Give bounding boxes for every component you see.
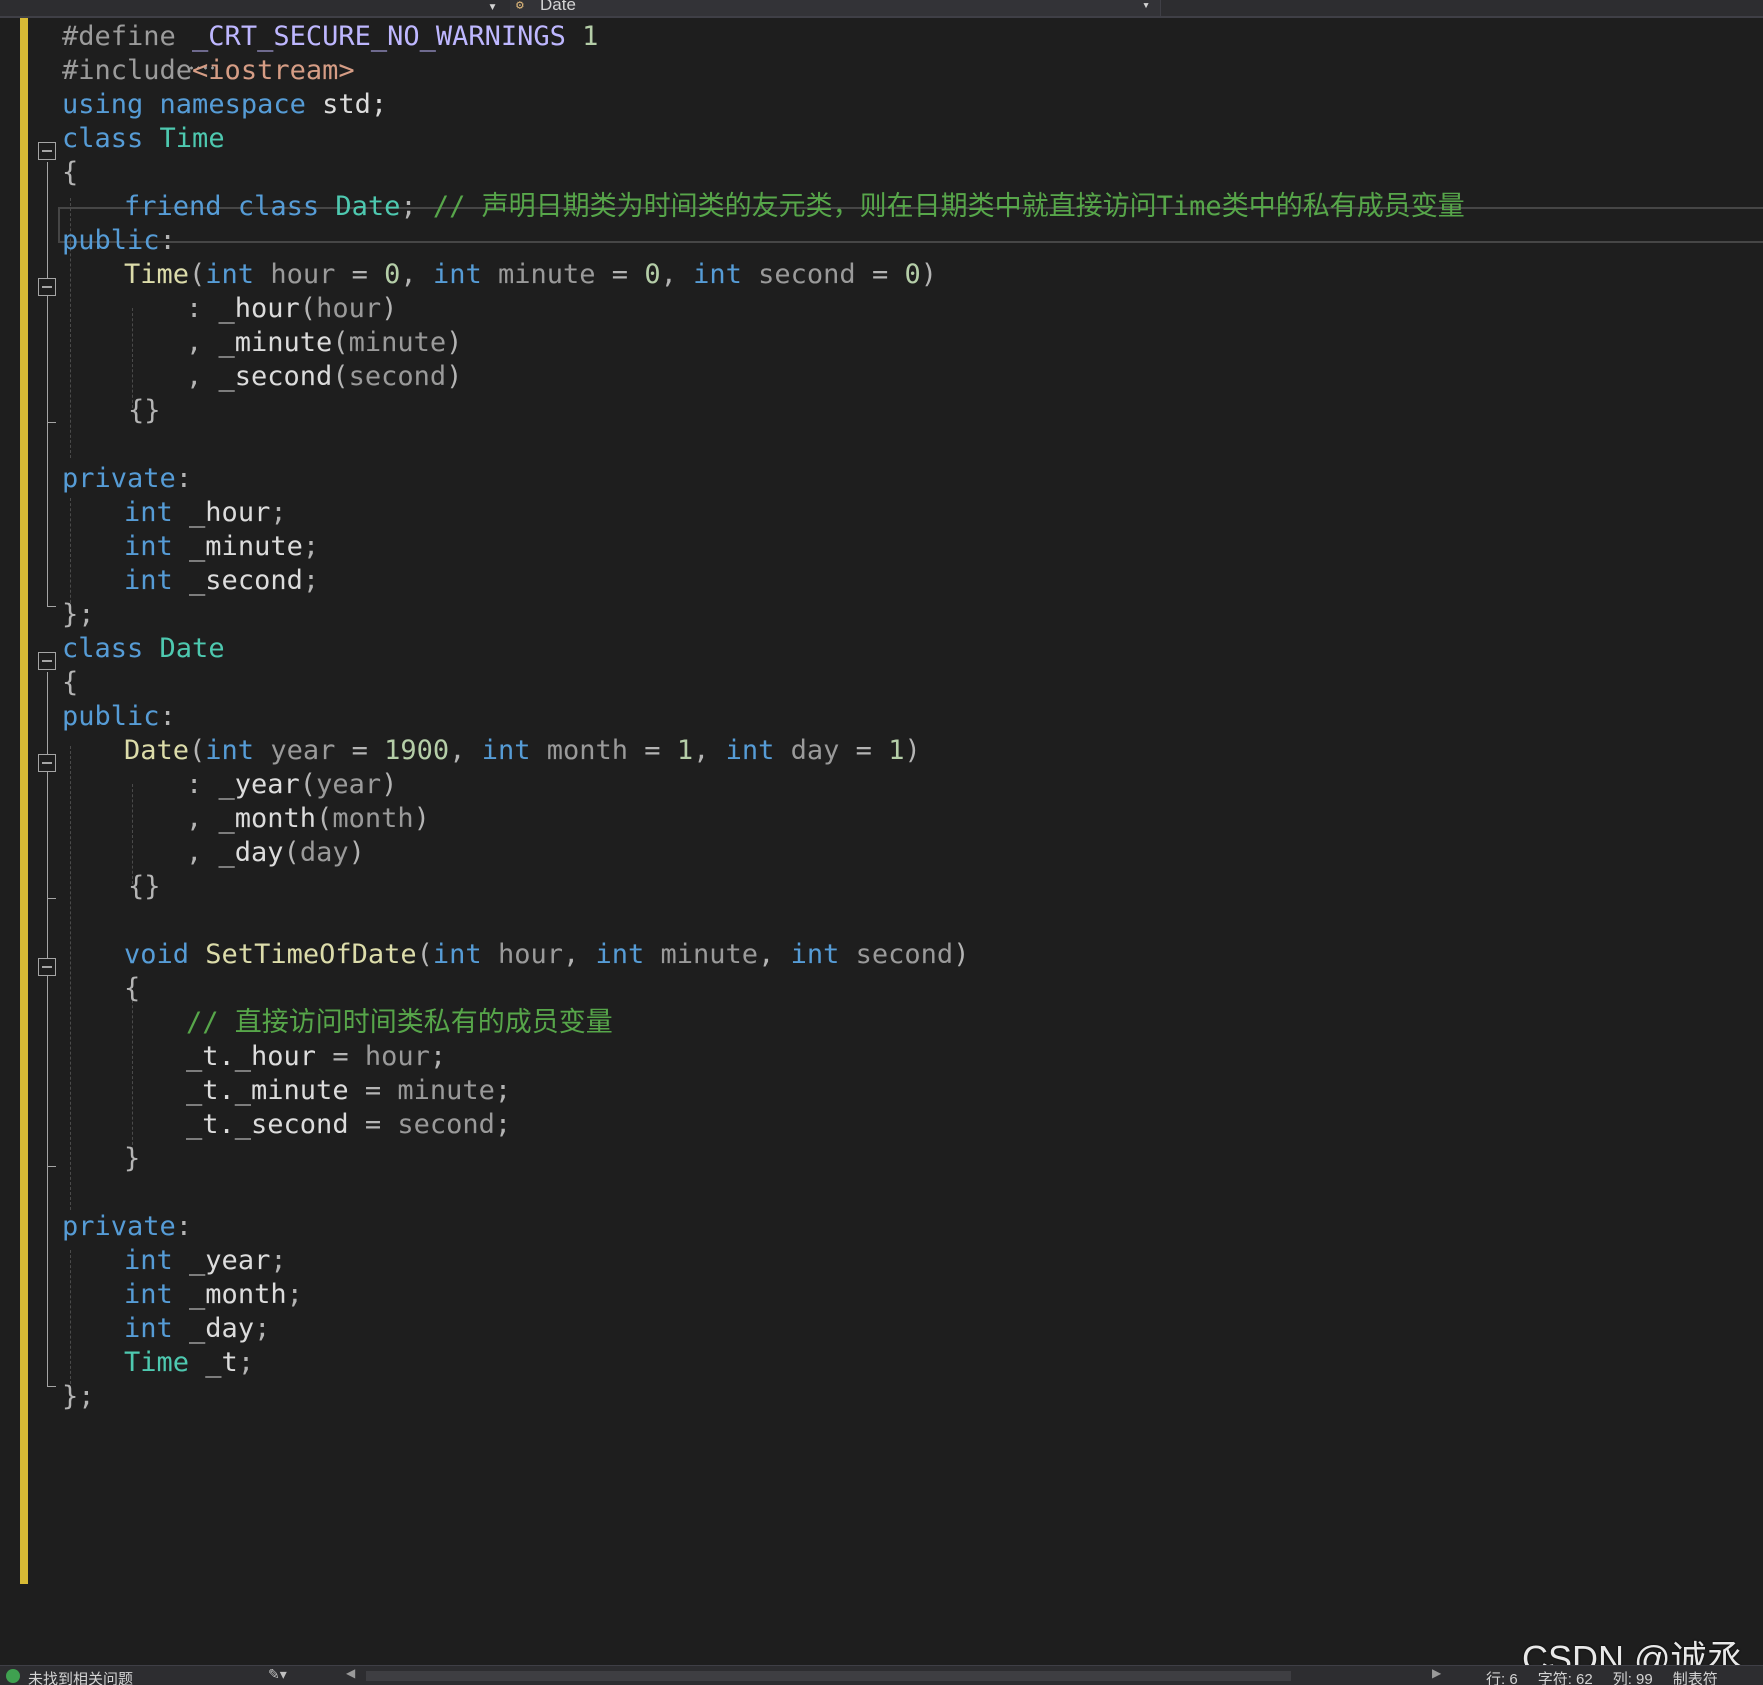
code-line-1: #define _CRT_SECURE_NO_WARNINGS 1	[62, 21, 599, 52]
code-line-34: }	[124, 1143, 141, 1174]
code-line-2: #include<iostream>	[62, 55, 355, 86]
status-line: 行: 6	[1486, 1671, 1518, 1685]
fold-range-line	[47, 672, 48, 1386]
status-tabs[interactable]: 制表符	[1673, 1671, 1718, 1685]
check-circle-icon[interactable]	[6, 1669, 20, 1683]
code-line-28: void SetTimeOfDate(int hour, int minute,…	[124, 939, 970, 970]
code-line-39: int _day;	[124, 1313, 271, 1344]
code-line-26: {}	[128, 871, 161, 902]
chevron-down-icon: ▾	[1142, 0, 1150, 13]
code-line-4: class Time	[62, 123, 225, 154]
class-icon: ⚙	[516, 0, 524, 13]
code-line-22: Date(int year = 1900, int month = 1, int…	[124, 735, 921, 766]
code-line-17: int _second;	[124, 565, 320, 596]
code-line-18: };	[62, 599, 95, 630]
scroll-right-icon[interactable]: ▶	[1432, 1666, 1441, 1680]
code-line-36: private:	[62, 1211, 193, 1242]
change-tracking-bar	[20, 18, 28, 1584]
cursor-position[interactable]: 行: 6 字符: 62 列: 99 制表符	[1486, 1668, 1738, 1685]
indent-guide	[70, 498, 71, 608]
type-dropdown-chevron-icon[interactable]: ▾	[488, 0, 497, 16]
horizontal-scrollbar[interactable]	[366, 1671, 1291, 1681]
code-line-31: _t._hour = hour;	[186, 1041, 447, 1072]
code-line-5: {	[62, 157, 79, 188]
fold-range-end	[47, 898, 56, 899]
code-line-3: using namespace std;	[62, 89, 388, 120]
code-line-32: _t._minute = minute;	[186, 1075, 512, 1106]
status-char: 字符: 62	[1537, 1671, 1593, 1685]
fold-toggle-class-time-icon[interactable]	[38, 142, 56, 160]
code-line-37: int _year;	[124, 1245, 287, 1276]
code-line-8: Time(int hour = 0, int minute = 0, int s…	[124, 259, 937, 290]
code-line-7: public:	[62, 225, 176, 256]
code-line-24: , _month(month)	[186, 803, 430, 834]
code-line-40: Time _t;	[124, 1347, 255, 1378]
code-line-23: : _year(year)	[186, 769, 398, 800]
fold-toggle-date-ctor-icon[interactable]	[38, 754, 56, 772]
code-line-19: class Date	[62, 633, 225, 664]
scroll-left-icon[interactable]: ◀	[346, 1666, 355, 1680]
code-line-9: : _hour(hour)	[186, 293, 398, 324]
code-line-14: private:	[62, 463, 193, 494]
indent-guide	[70, 746, 71, 1210]
code-line-21: public:	[62, 701, 176, 732]
code-line-20: {	[62, 667, 79, 698]
code-editor-window: ▾ ⚙ Date ▾ #define _CRT_SECURE_NO_WARNIN…	[0, 0, 1763, 1685]
status-col: 列: 99	[1612, 1671, 1653, 1685]
fold-toggle-settime-icon[interactable]	[38, 958, 56, 976]
fold-range-end	[47, 1386, 56, 1387]
indent-guide	[70, 1250, 71, 1384]
code-line-25: , _day(day)	[186, 837, 365, 868]
code-line-11: , _second(second)	[186, 361, 463, 392]
code-line-29: {	[124, 973, 141, 1004]
fold-toggle-class-date-icon[interactable]	[38, 652, 56, 670]
fold-toggle-time-ctor-icon[interactable]	[38, 278, 56, 296]
code-line-6: friend class Date; // 声明日期类为时间类的友元类，则在日期…	[124, 191, 1465, 222]
code-line-12: {}	[128, 395, 161, 426]
code-line-16: int _minute;	[124, 531, 320, 562]
fold-range-end	[47, 1166, 56, 1167]
navigation-bar: ▾ ⚙ Date ▾	[0, 0, 1763, 18]
code-line-38: int _month;	[124, 1279, 303, 1310]
code-cleanup-brush-icon[interactable]: ✎▾	[268, 1666, 287, 1683]
status-bar: 未找到相关问题 ✎▾ ◀ ▶ 行: 6 字符: 62 列: 99 制表符	[0, 1665, 1763, 1685]
issues-status[interactable]: 未找到相关问题	[28, 1668, 133, 1685]
fold-range-line	[47, 162, 48, 606]
member-dropdown[interactable]: ⚙ Date ▾	[510, 0, 1161, 16]
code-line-41: };	[62, 1381, 95, 1412]
indent-guide	[132, 990, 133, 1150]
code-line-10: , _minute(minute)	[186, 327, 463, 358]
fold-range-end	[47, 606, 56, 607]
code-line-30: // 直接访问时间类私有的成员变量	[186, 1007, 613, 1038]
member-dropdown-label: Date	[540, 0, 576, 14]
code-text-area[interactable]: #define _CRT_SECURE_NO_WARNINGS 1 #inclu…	[0, 18, 1763, 1665]
code-line-33: _t._second = second;	[186, 1109, 512, 1140]
fold-range-end	[47, 422, 56, 423]
code-line-15: int _hour;	[124, 497, 287, 528]
